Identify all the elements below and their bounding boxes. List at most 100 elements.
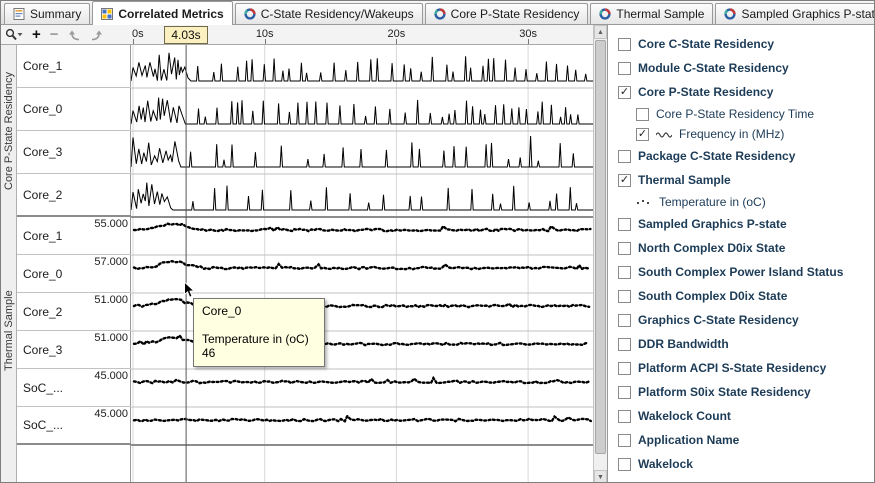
scroll-up-icon[interactable]: ▲ xyxy=(594,25,607,39)
legend-item-wakelock[interactable]: Wakelock xyxy=(608,452,875,476)
legend-item-module-c-state-residency[interactable]: Module C-State Residency xyxy=(608,56,875,80)
tooltip: Core_0 Temperature in (oC) 46 xyxy=(193,298,325,367)
legend-item-thermal-sample[interactable]: ✓ Thermal Sample xyxy=(608,168,875,192)
checkbox[interactable] xyxy=(618,150,631,163)
legend-label: South Complex D0ix State xyxy=(638,289,787,303)
chart-area[interactable] xyxy=(131,45,593,483)
section-rail: Core P-State ResidencyThermal Sample xyxy=(1,45,17,483)
rings-icon xyxy=(244,8,256,20)
metrics-icon xyxy=(101,8,113,20)
scrollbar-thumb[interactable] xyxy=(595,40,606,454)
tab-label: Thermal Sample xyxy=(616,7,704,21)
checkbox[interactable] xyxy=(618,338,631,351)
checkbox[interactable] xyxy=(618,62,631,75)
scroll-down-icon[interactable]: ▼ xyxy=(594,470,607,483)
legend-label: Wakelock xyxy=(638,457,693,471)
row-value: 45.000 xyxy=(94,408,128,420)
legend-item-south-complex-d0ix-state[interactable]: South Complex D0ix State xyxy=(608,284,875,308)
checkbox[interactable] xyxy=(618,434,631,447)
row-name: SoC_... xyxy=(23,418,63,432)
undo-zoom-icon[interactable] xyxy=(68,30,81,41)
legend-label: Application Name xyxy=(638,433,739,447)
tick-mark xyxy=(396,39,397,44)
tab-label: Sampled Graphics P-state xyxy=(741,7,875,21)
vertical-scrollbar[interactable]: ▲ ▼ xyxy=(593,25,607,483)
checkbox[interactable] xyxy=(636,108,649,121)
legend-label: Sampled Graphics P-state xyxy=(638,217,787,231)
rings-icon xyxy=(599,8,611,20)
zoom-tool-icon[interactable] xyxy=(5,28,23,42)
tab-summary[interactable]: Summary xyxy=(4,3,90,24)
checkbox[interactable] xyxy=(618,386,631,399)
row-label-core-p-state-residency-core-0[interactable]: Core_0 xyxy=(17,88,131,131)
legend-item-core-p-state-residency[interactable]: ✓ Core P-State Residency xyxy=(608,80,875,104)
legend-item-sampled-graphics-p-state[interactable]: Sampled Graphics P-state xyxy=(608,212,875,236)
legend-item-frequency-in-mhz[interactable]: ✓ Frequency in (MHz) xyxy=(608,124,875,144)
metrics-panel: Core C-State Residency Module C-State Res… xyxy=(607,25,875,483)
wave-icon xyxy=(656,130,672,138)
legend-label: Core P-State Residency xyxy=(638,85,773,99)
time-marker[interactable]: 4.03s xyxy=(164,26,208,44)
row-label-core-p-state-residency-core-2[interactable]: Core_2 xyxy=(17,174,131,217)
dotted-line-icon xyxy=(636,198,652,206)
checkbox[interactable] xyxy=(618,362,631,375)
checkbox[interactable] xyxy=(618,410,631,423)
mouse-cursor-icon xyxy=(183,281,196,300)
legend-item-south-complex-power-island-status[interactable]: South Complex Power Island Status xyxy=(608,260,875,284)
checkbox[interactable] xyxy=(618,314,631,327)
legend-item-package-c-state-residency[interactable]: Package C-State Residency xyxy=(608,144,875,168)
row-label-thermal-sample-core-0[interactable]: Core_057.000 xyxy=(17,255,131,293)
row-label-core-p-state-residency-core-1[interactable]: Core_1 xyxy=(17,45,131,88)
legend-item-ddr-bandwidth[interactable]: DDR Bandwidth xyxy=(608,332,875,356)
row-name: Core_1 xyxy=(23,59,62,73)
legend-label: Frequency in (MHz) xyxy=(679,127,784,141)
zoom-out-button[interactable]: − xyxy=(50,28,59,42)
row-name: Core_3 xyxy=(23,343,62,357)
redo-zoom-icon[interactable] xyxy=(90,30,103,41)
row-label-thermal-sample-core-1[interactable]: Core_155.000 xyxy=(17,217,131,255)
legend-label: Module C-State Residency xyxy=(638,61,789,75)
timeline-ruler[interactable]: + − 0s10s20s30s 4.03s xyxy=(1,25,593,45)
row-name: Core_0 xyxy=(23,102,62,116)
checkbox[interactable] xyxy=(618,38,631,51)
legend-item-wakelock-count[interactable]: Wakelock Count xyxy=(608,404,875,428)
legend-item-temperature-in-oc[interactable]: Temperature in (oC) xyxy=(608,192,875,212)
legend-item-platform-s0ix-state-residency[interactable]: Platform S0ix State Residency xyxy=(608,380,875,404)
legend-label: South Complex Power Island Status xyxy=(638,265,843,279)
checkbox[interactable] xyxy=(618,242,631,255)
row-label-thermal-sample-soc[interactable]: SoC_... 45.000 xyxy=(17,407,131,445)
row-labels: Core_1Core_0Core_3Core_2Core_155.000Core… xyxy=(17,45,131,483)
legend-item-core-p-state-residency-time[interactable]: Core P-State Residency Time xyxy=(608,104,875,124)
tooltip-value: 46 xyxy=(202,346,316,360)
checkbox[interactable]: ✓ xyxy=(636,128,649,141)
legend-label: Thermal Sample xyxy=(638,173,731,187)
tab-c-state-residency-wakeups[interactable]: C-State Residency/Wakeups xyxy=(235,3,423,24)
checkbox[interactable] xyxy=(618,290,631,303)
zoom-in-button[interactable]: + xyxy=(32,28,41,42)
legend-item-application-name[interactable]: Application Name xyxy=(608,428,875,452)
legend-label: Wakelock Count xyxy=(638,409,731,423)
tab-thermal-sample[interactable]: Thermal Sample xyxy=(590,3,713,24)
checkbox[interactable] xyxy=(618,266,631,279)
legend-item-graphics-c-state-residency[interactable]: Graphics C-State Residency xyxy=(608,308,875,332)
row-label-thermal-sample-core-3[interactable]: Core_351.000 xyxy=(17,331,131,369)
tab-correlated-metrics[interactable]: Correlated Metrics xyxy=(92,1,232,25)
row-value: 45.000 xyxy=(94,370,128,382)
checkbox[interactable] xyxy=(618,218,631,231)
tab-label: Summary xyxy=(30,7,81,21)
legend-item-core-c-state-residency[interactable]: Core C-State Residency xyxy=(608,32,875,56)
row-label-thermal-sample-soc[interactable]: SoC_...45.000 xyxy=(17,369,131,407)
row-name: Core_2 xyxy=(23,305,62,319)
checkbox[interactable] xyxy=(618,458,631,471)
row-label-core-p-state-residency-core-3[interactable]: Core_3 xyxy=(17,131,131,174)
legend-label: Graphics C-State Residency xyxy=(638,313,799,327)
checkbox[interactable]: ✓ xyxy=(618,86,631,99)
tab-sampled-graphics-p-state[interactable]: Sampled Graphics P-state xyxy=(715,3,875,24)
legend-item-north-complex-d0ix-state[interactable]: North Complex D0ix State xyxy=(608,236,875,260)
tab-core-p-state-residency[interactable]: Core P-State Residency xyxy=(425,3,589,24)
legend-item-platform-acpi-s-state-residency[interactable]: Platform ACPI S-State Residency xyxy=(608,356,875,380)
checkbox[interactable]: ✓ xyxy=(618,174,631,187)
app-window: Summary Correlated MetricsC-State Residen… xyxy=(0,0,875,483)
tick-mark xyxy=(133,39,134,44)
row-label-thermal-sample-core-2[interactable]: Core_251.000 xyxy=(17,293,131,331)
